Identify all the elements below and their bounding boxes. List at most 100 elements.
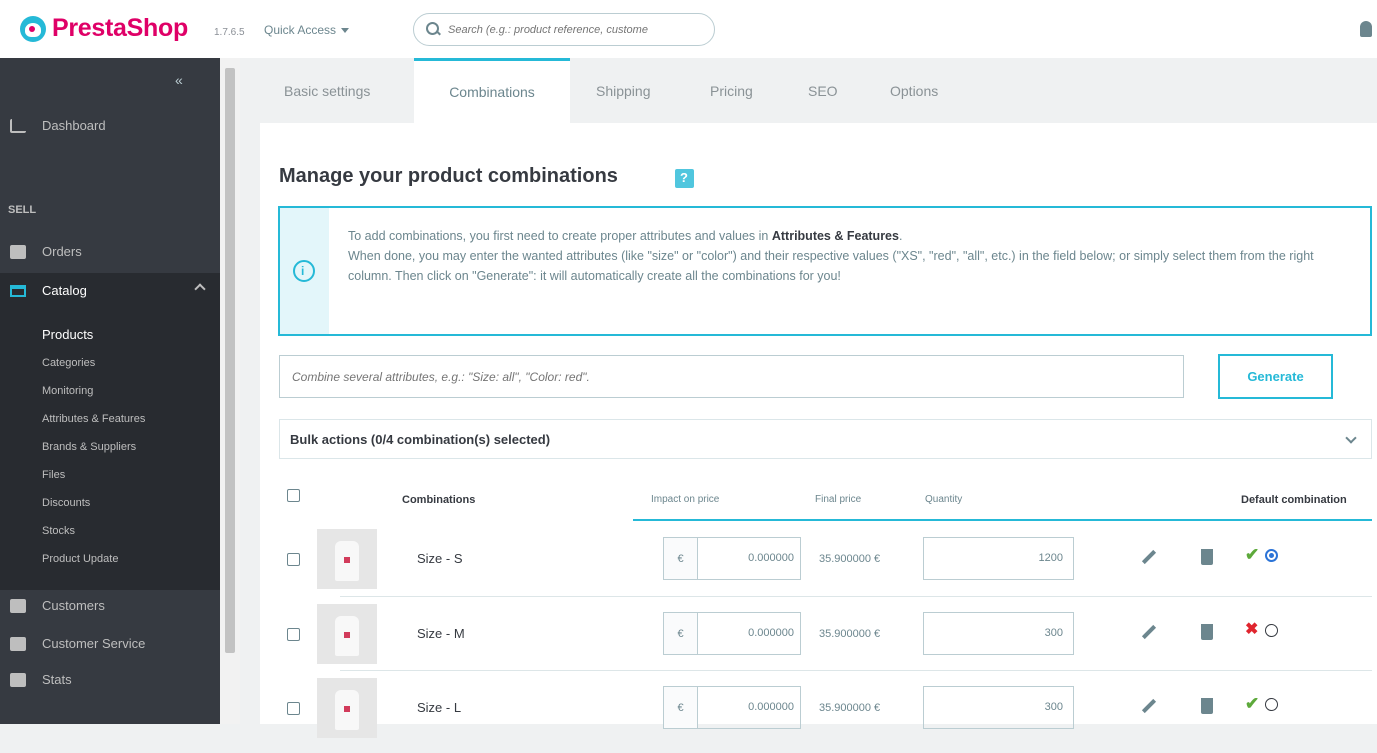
combine-attributes-input[interactable] (279, 355, 1184, 398)
info-strip (280, 208, 329, 334)
sidebar-item-label: Catalog (42, 283, 87, 298)
bulk-actions-dropdown[interactable]: Bulk actions (0/4 combination(s) selecte… (279, 419, 1372, 459)
page-title: Manage your product combinations (279, 165, 618, 187)
table-row: Size - M € 0.000000 35.900000 € 300 ✖ (279, 604, 1372, 679)
help-icon[interactable] (675, 169, 694, 188)
tab-combinations[interactable]: Combinations (414, 58, 570, 123)
scrollbar-thumb[interactable] (225, 68, 235, 653)
chevron-up-icon[interactable] (194, 283, 206, 295)
bulk-actions-label: Bulk actions (0/4 combination(s) selecte… (290, 431, 551, 447)
tab-options[interactable]: Options (890, 58, 938, 123)
generate-button[interactable]: Generate (1218, 354, 1333, 399)
quick-access-dropdown[interactable]: Quick Access (264, 23, 350, 37)
combination-name[interactable]: Size - M (417, 626, 465, 641)
quantity-field[interactable]: 300 (923, 612, 1074, 655)
prestashop-logo[interactable]: PrestaShop (20, 14, 188, 43)
sidebar-item-label: Dashboard (42, 118, 106, 133)
table-row: Size - L € 0.000000 35.900000 € 300 ✔ (279, 678, 1372, 753)
sidebar-subitem-monitoring[interactable]: Monitoring (42, 385, 93, 397)
impact-price-value[interactable]: 0.000000 (698, 613, 800, 654)
sidebar-subitem-discounts[interactable]: Discounts (42, 497, 90, 509)
tab-seo[interactable]: SEO (808, 58, 838, 123)
caret-down-icon (341, 28, 350, 34)
impact-price-field[interactable]: € 0.000000 (663, 612, 801, 655)
sidebar-subitem-stocks[interactable]: Stocks (42, 525, 75, 537)
final-price: 35.900000 € (819, 553, 881, 565)
row-checkbox[interactable] (287, 553, 300, 566)
impact-price-field[interactable]: € 0.000000 (663, 537, 801, 580)
user-avatar-icon[interactable] (1360, 21, 1372, 37)
sidebar-item-orders[interactable]: Orders (0, 244, 220, 259)
select-all-checkbox[interactable] (287, 489, 300, 502)
sidebar-subitem-categories[interactable]: Categories (42, 357, 95, 369)
sidebar-subitem-products[interactable]: Products (42, 327, 93, 342)
column-header-combinations: Combinations (402, 494, 476, 506)
product-tabs: Basic settings Combinations Shipping Pri… (240, 58, 1377, 123)
tab-pricing[interactable]: Pricing (710, 58, 753, 123)
quantity-field[interactable]: 300 (923, 686, 1074, 729)
sidebar-subitem-attributes[interactable]: Attributes & Features (42, 413, 145, 425)
sidebar-subitem-files[interactable]: Files (42, 469, 65, 481)
impact-price-value[interactable]: 0.000000 (698, 538, 800, 579)
combination-name[interactable]: Size - L (417, 700, 461, 715)
currency-addon: € (664, 613, 698, 654)
edit-icon[interactable] (1141, 549, 1157, 565)
row-divider (340, 670, 1372, 671)
trash-icon[interactable] (1201, 624, 1213, 640)
sidebar-item-customers[interactable]: Customers (0, 598, 220, 613)
quantity-field[interactable]: 1200 (923, 537, 1074, 580)
column-header-final-price: Final price (815, 494, 862, 505)
edit-icon[interactable] (1141, 698, 1157, 714)
search-input[interactable] (448, 23, 708, 36)
chat-icon (10, 636, 26, 651)
impact-price-value[interactable]: 0.000000 (698, 687, 800, 728)
store-icon (10, 284, 26, 297)
default-combination-radio[interactable] (1265, 549, 1278, 562)
column-header-default: Default combination (1241, 494, 1347, 506)
sidebar-item-customer-service[interactable]: Customer Service (0, 636, 220, 651)
disabled-cross-icon[interactable]: ✖ (1245, 622, 1258, 638)
row-checkbox[interactable] (287, 702, 300, 715)
tab-basic-settings[interactable]: Basic settings (284, 58, 370, 123)
top-header: PrestaShop 1.7.6.5 Quick Access (0, 0, 1377, 58)
sidebar-subitem-brands[interactable]: Brands & Suppliers (42, 441, 136, 453)
trash-icon[interactable] (1201, 549, 1213, 565)
sidebar-item-stats[interactable]: Stats (0, 672, 220, 687)
product-thumbnail (317, 604, 377, 664)
combination-name[interactable]: Size - S (417, 551, 463, 566)
default-combination-radio[interactable] (1265, 624, 1278, 637)
attributes-features-link[interactable]: Attributes & Features (772, 229, 899, 243)
product-thumbnail (317, 529, 377, 589)
stats-icon (10, 672, 26, 687)
sidebar-item-dashboard[interactable]: Dashboard (0, 118, 220, 133)
sidebar-item-catalog[interactable]: Catalog (0, 273, 220, 308)
sidebar-item-label: Stats (42, 672, 72, 687)
sidebar-item-label: Customers (42, 598, 105, 613)
quick-access-label: Quick Access (264, 23, 337, 37)
info-icon (293, 260, 315, 282)
info-line2: When done, you may enter the wanted attr… (348, 249, 1314, 283)
trending-up-icon (10, 118, 26, 133)
sidebar-subitem-product-update[interactable]: Product Update (42, 553, 118, 565)
trash-icon[interactable] (1201, 698, 1213, 714)
enabled-check-icon[interactable]: ✔ (1245, 546, 1259, 563)
sidebar-item-label: Customer Service (42, 636, 146, 651)
collapse-sidebar-icon[interactable]: « (175, 72, 183, 88)
header-underline (633, 519, 1173, 521)
sidebar: « Dashboard SELL Orders Catalog Products… (0, 58, 220, 724)
final-price: 35.900000 € (819, 628, 881, 640)
orders-icon (10, 244, 26, 259)
tab-shipping[interactable]: Shipping (596, 58, 651, 123)
customers-icon (10, 598, 26, 613)
impact-price-field[interactable]: € 0.000000 (663, 686, 801, 729)
edit-icon[interactable] (1141, 624, 1157, 640)
column-header-quantity: Quantity (925, 494, 963, 505)
brand-name: PrestaShop (52, 14, 188, 42)
table-row: Size - S € 0.000000 35.900000 € 1200 ✔ (279, 529, 1372, 604)
default-combination-radio[interactable] (1265, 698, 1278, 711)
sidebar-scrollbar[interactable] (220, 58, 240, 724)
search-bar[interactable] (413, 13, 715, 46)
row-checkbox[interactable] (287, 628, 300, 641)
enabled-check-icon[interactable]: ✔ (1245, 695, 1259, 712)
search-icon[interactable] (426, 21, 442, 38)
